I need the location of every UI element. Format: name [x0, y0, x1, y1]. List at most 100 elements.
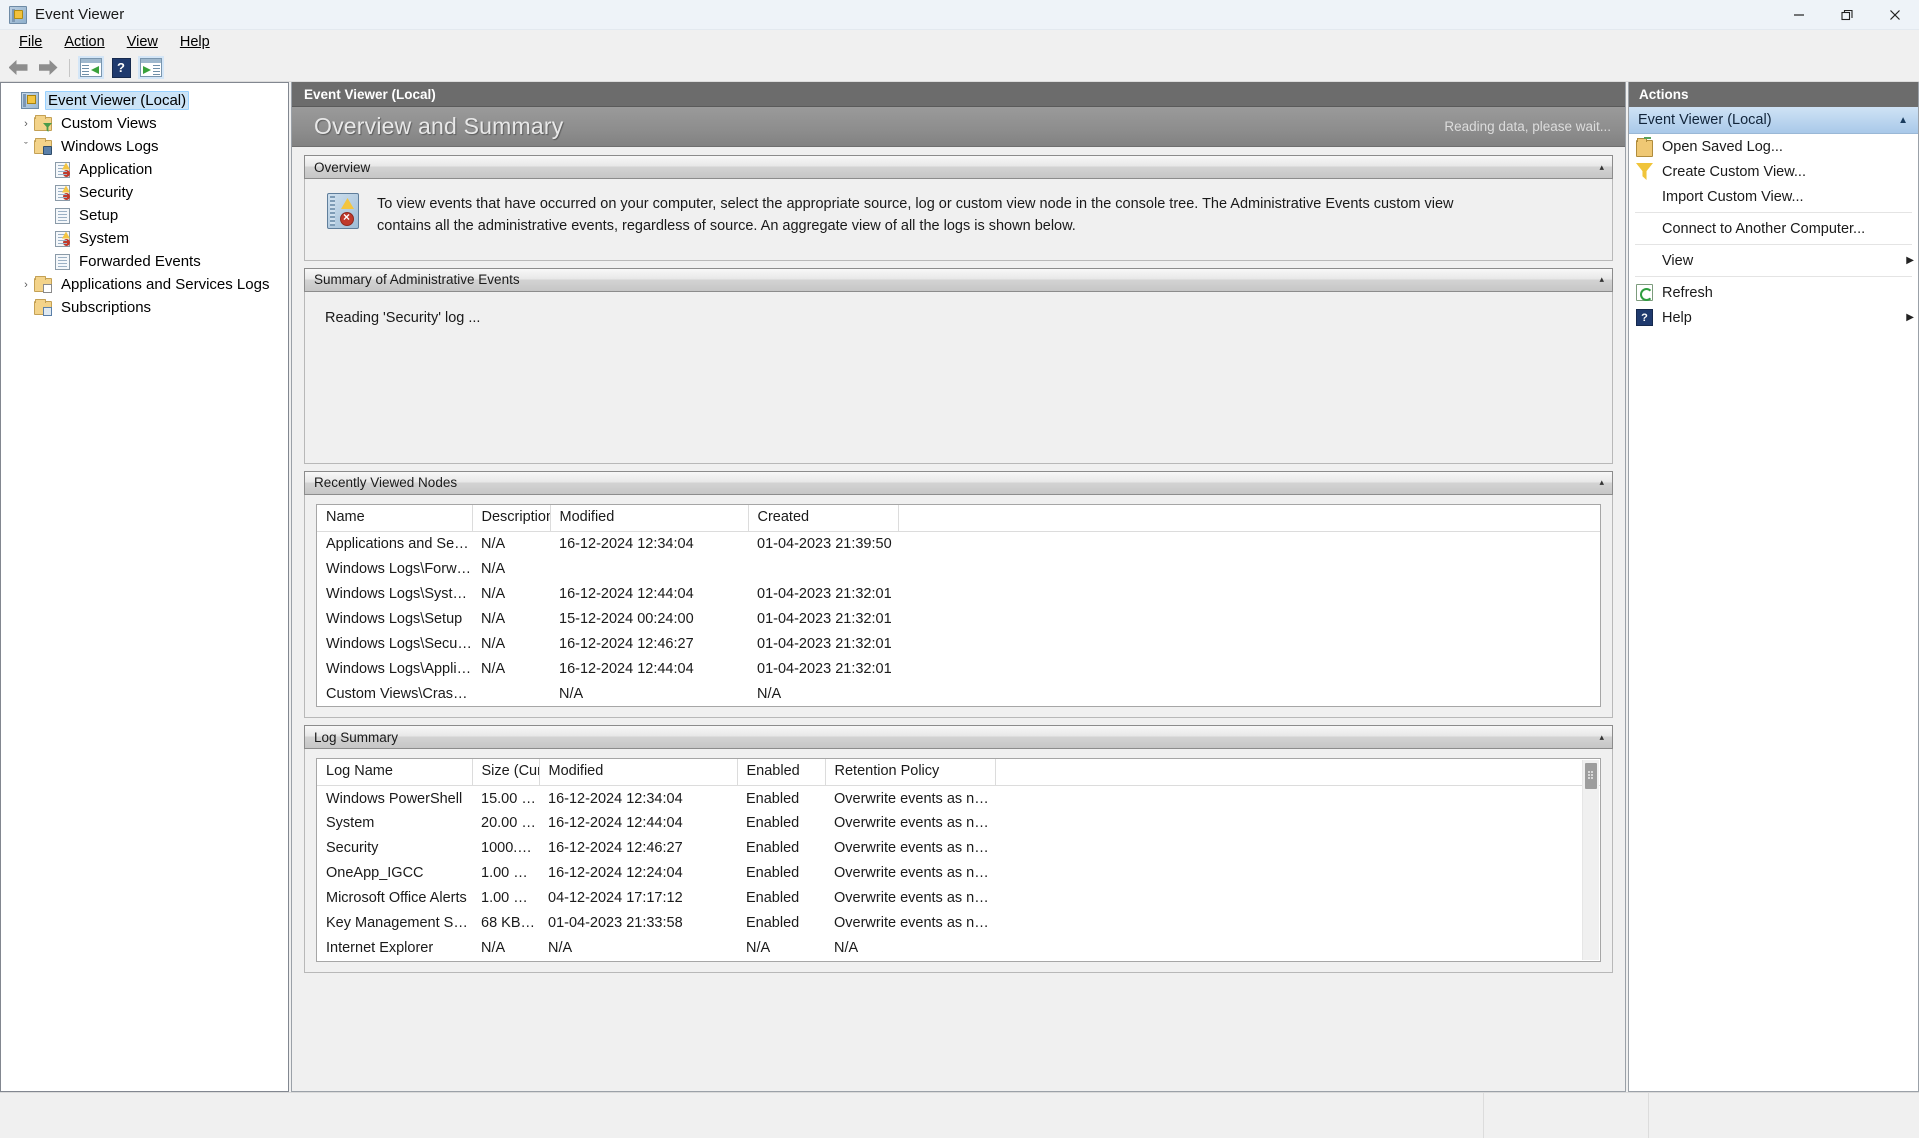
action-refresh[interactable]: Refresh [1629, 280, 1918, 305]
collapse-up-icon[interactable]: ▴ [1599, 275, 1604, 284]
menu-action[interactable]: Action [53, 32, 115, 52]
column-header-log-name[interactable]: Log Name [317, 759, 473, 787]
column-header-created[interactable]: Created [748, 504, 899, 532]
log-summary-section-header[interactable]: Log Summary ▴ [304, 725, 1613, 750]
table-row[interactable]: Windows Logs\Forwarded… N/A [317, 556, 1600, 582]
sidebar-item-windows-logs[interactable]: ˇ Windows Logs [1, 135, 288, 158]
cell-blank [898, 631, 1600, 657]
section-admin-events: Summary of Administrative Events ▴ Readi… [304, 267, 1613, 464]
status-bar-cell-2 [1484, 1093, 1649, 1138]
action-open-saved-log[interactable]: Open Saved Log... [1629, 134, 1918, 159]
forward-button[interactable] [34, 56, 62, 80]
show-hide-action-pane-button[interactable] [137, 56, 165, 80]
cell-modified: N/A [539, 935, 737, 961]
close-icon [1890, 10, 1900, 20]
table-row[interactable]: Microsoft Office Alerts 1.00 MB/1… 04-12… [317, 885, 1600, 911]
chevron-right-icon[interactable]: › [18, 277, 34, 293]
warning-triangle-icon [341, 198, 354, 209]
log-summary-vertical-scrollbar[interactable] [1582, 760, 1599, 960]
chevron-right-icon[interactable]: › [18, 116, 34, 132]
table-row[interactable]: OneApp_IGCC 1.00 MB/1… 16-12-2024 12:24:… [317, 860, 1600, 886]
action-help[interactable]: ? Help ▶ [1629, 305, 1918, 330]
collapse-up-icon[interactable]: ▴ [1599, 478, 1604, 487]
table-row[interactable]: Windows Logs\Security N/A 16-12-2024 12:… [317, 631, 1600, 657]
action-connect-to-another-computer[interactable]: Connect to Another Computer... [1629, 216, 1918, 241]
cell-log-name: Internet Explorer [317, 935, 472, 961]
cell-modified: 16-12-2024 12:44:04 [539, 810, 737, 836]
cell-modified: 01-04-2023 21:33:58 [539, 910, 737, 936]
table-row[interactable]: Custom Views\Crash logs N/A N/A [317, 681, 1600, 707]
sidebar-item-event-viewer-local[interactable]: Event Viewer (Local) [1, 89, 288, 112]
center-pane-caption: Event Viewer (Local) [292, 82, 1625, 107]
action-import-custom-view[interactable]: Import Custom View... [1629, 184, 1918, 209]
console-tree: Event Viewer (Local) › Custom Views ˇ Wi… [1, 83, 288, 319]
column-header-blank[interactable] [995, 759, 1600, 787]
table-header-row: Log Name Size (Curre… Modified Enabled R… [317, 759, 1600, 787]
cell-name: Windows Logs\System [317, 581, 472, 607]
column-header-retention-policy[interactable]: Retention Policy [825, 759, 996, 787]
show-hide-console-tree-button[interactable] [77, 56, 105, 80]
scrollbar-thumb[interactable] [1585, 763, 1597, 790]
collapse-up-icon[interactable]: ▲ [1898, 115, 1908, 126]
menu-view[interactable]: View [116, 32, 169, 52]
admin-events-section-header[interactable]: Summary of Administrative Events ▴ [304, 267, 1613, 292]
table-row[interactable]: Applications and Services … N/A 16-12-20… [317, 531, 1600, 557]
recently-viewed-section-header[interactable]: Recently Viewed Nodes ▴ [304, 470, 1613, 495]
back-button[interactable] [4, 56, 32, 80]
help-button[interactable]: ? [107, 56, 135, 80]
open-folder-icon [1636, 136, 1653, 157]
action-view[interactable]: View ▶ [1629, 248, 1918, 273]
minimize-button[interactable] [1775, 0, 1823, 30]
window-title: Event Viewer [35, 6, 125, 23]
collapse-up-icon[interactable]: ▴ [1599, 732, 1604, 742]
menu-file[interactable]: File [8, 32, 53, 52]
cell-blank [995, 935, 1600, 961]
collapse-up-icon[interactable]: ▴ [1599, 162, 1604, 172]
sidebar-item-security[interactable]: Security [1, 181, 288, 204]
table-row[interactable]: Internet Explorer N/A N/A N/A N/A [317, 935, 1600, 961]
admin-events-status-text: Reading 'Security' log ... [325, 309, 481, 326]
sidebar-item-setup[interactable]: Setup [1, 204, 288, 227]
sidebar-item-application[interactable]: Application [1, 158, 288, 181]
sidebar-item-subscriptions[interactable]: Subscriptions [1, 296, 288, 319]
column-header-modified[interactable]: Modified [550, 504, 749, 532]
loading-status-text: Reading data, please wait... [1444, 119, 1611, 134]
sidebar-item-custom-views[interactable]: › Custom Views [1, 112, 288, 135]
minimize-icon [1794, 14, 1804, 16]
cell-enabled: Enabled [737, 860, 825, 886]
sidebar-item-applications-and-services-logs[interactable]: › Applications and Services Logs [1, 273, 288, 296]
table-row[interactable]: Windows Logs\Application N/A 16-12-2024 … [317, 656, 1600, 682]
table-row[interactable]: Windows Logs\System N/A 16-12-2024 12:44… [317, 581, 1600, 607]
table-header-row: Name Description Modified Created [317, 504, 1600, 532]
table-row[interactable]: Security 1000.00 M… 16-12-2024 12:46:27 … [317, 835, 1600, 861]
close-button[interactable] [1871, 0, 1919, 30]
sidebar-item-label: Windows Logs [61, 138, 159, 155]
column-header-size[interactable]: Size (Curre… [472, 759, 540, 787]
cell-name: Custom Views\Crash logs [317, 681, 472, 707]
no-icon [1636, 188, 1653, 205]
window-controls [1775, 0, 1919, 30]
cell-size: N/A [472, 935, 539, 961]
chevron-down-icon[interactable]: ˇ [18, 139, 34, 155]
sidebar-item-system[interactable]: System [1, 227, 288, 250]
sidebar-item-forwarded-events[interactable]: Forwarded Events [1, 250, 288, 273]
overview-description: To view events that have occurred on you… [377, 196, 1454, 235]
table-row[interactable]: Windows PowerShell 15.00 MB/… 16-12-2024… [317, 785, 1600, 811]
table-row[interactable]: System 20.00 MB/… 16-12-2024 12:44:04 En… [317, 810, 1600, 836]
menu-help[interactable]: Help [169, 32, 221, 52]
cell-modified: 16-12-2024 12:46:27 [550, 631, 748, 657]
table-row[interactable]: Windows Logs\Setup N/A 15-12-2024 00:24:… [317, 606, 1600, 632]
overview-section-header[interactable]: Overview ▴ [304, 155, 1613, 179]
column-header-name[interactable]: Name [317, 504, 473, 532]
action-create-custom-view[interactable]: Create Custom View... [1629, 159, 1918, 184]
section-log-summary: Log Summary ▴ Log Name Size (Curr [304, 725, 1613, 973]
cell-retention: Overwrite events as nece… [825, 885, 995, 911]
cell-blank [995, 810, 1600, 836]
column-header-modified[interactable]: Modified [539, 759, 738, 787]
actions-group-header[interactable]: Event Viewer (Local) ▲ [1629, 107, 1918, 134]
table-row[interactable]: Key Management Service 68 KB/20 … 01-04-… [317, 910, 1600, 936]
maximize-restore-button[interactable] [1823, 0, 1871, 30]
column-header-enabled[interactable]: Enabled [737, 759, 826, 787]
column-header-description[interactable]: Description [472, 504, 551, 532]
column-header-blank[interactable] [898, 504, 1600, 532]
